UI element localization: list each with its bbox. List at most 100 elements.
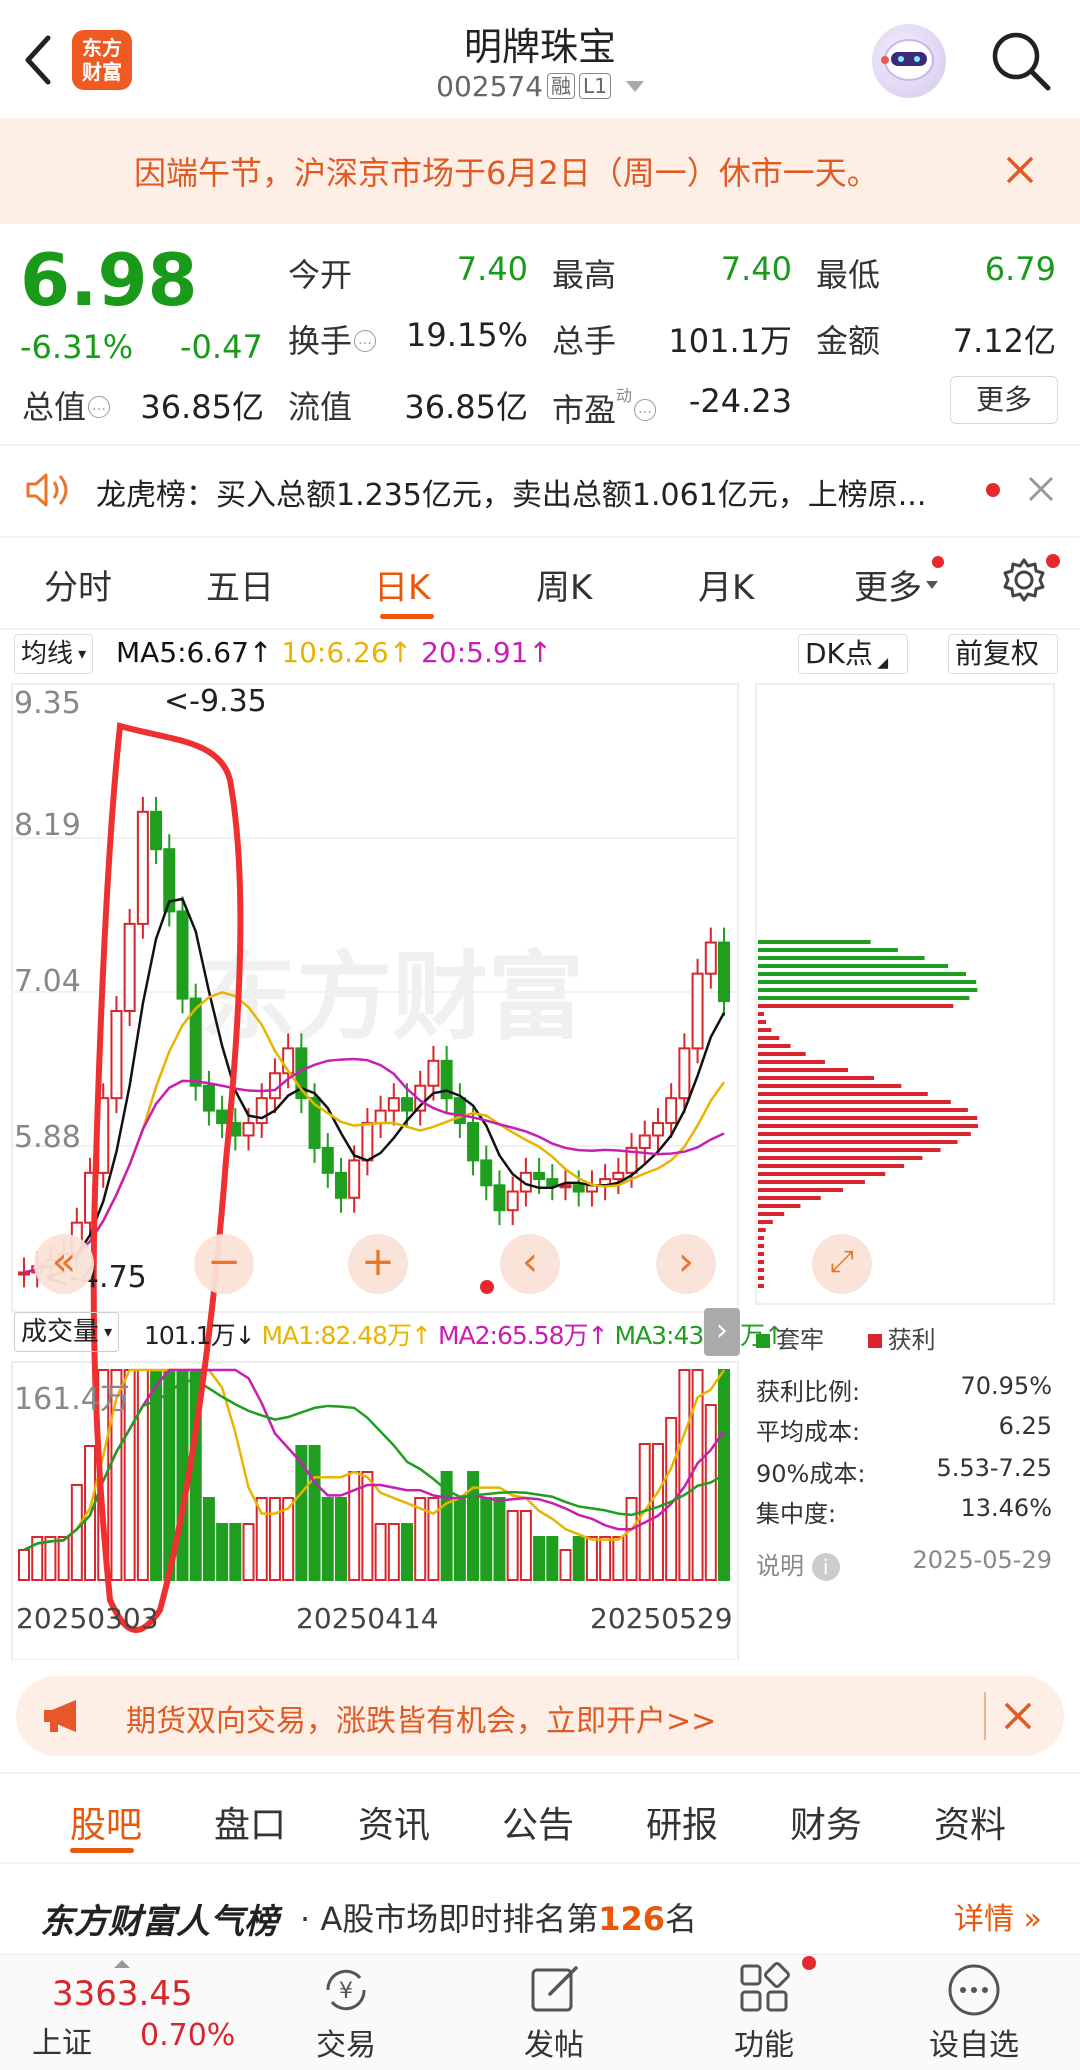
popularity-rank-text: · A股市场即时排名第126名: [300, 1900, 698, 1938]
chevron-down-icon[interactable]: [625, 81, 644, 92]
more-quote-button[interactable]: 更多: [950, 376, 1058, 424]
chip-stat-value: 5.53-7.25: [936, 1454, 1052, 1482]
dragon-tiger-text[interactable]: 龙虎榜：买入总额1.235亿元，卖出总额1.061亿元，上榜原...: [96, 470, 976, 514]
grid-apps-icon[interactable]: [738, 1962, 792, 2016]
high-label: 最高: [552, 256, 617, 294]
expand-icon[interactable]: ⤢: [812, 1234, 872, 1294]
candle-body: [202, 1084, 215, 1112]
popularity-rank-title: 东方财富人气榜: [40, 1902, 278, 1942]
gear-icon[interactable]: [1000, 556, 1048, 604]
back-arrow-icon[interactable]: [14, 30, 64, 90]
stock-code: 002574: [436, 70, 544, 103]
volume-bar: [57, 1536, 70, 1581]
assistant-robot-icon[interactable]: [872, 24, 946, 98]
profit-swatch: [867, 1334, 882, 1348]
ma-selector[interactable]: 均线 ▾: [14, 634, 94, 674]
tab-five-day[interactable]: 五日: [206, 560, 274, 609]
volume-selector[interactable]: 成交量 ▾: [14, 1312, 120, 1352]
volume-value: 101.1万↓: [144, 1321, 256, 1350]
date-axis-label: 20250529: [590, 1602, 733, 1635]
app-logo-text: 东方财富: [82, 36, 122, 84]
volume-bar: [453, 1497, 466, 1581]
tab-forum[interactable]: 股吧: [70, 1796, 142, 1848]
rank-detail-link[interactable]: 详情 »: [954, 1894, 1042, 1938]
candle-body: [136, 810, 149, 925]
candle-body: [691, 972, 704, 1050]
scroll-left-button[interactable]: ‹: [500, 1234, 560, 1294]
chip-bar: [758, 956, 925, 960]
info-icon[interactable]: …: [88, 396, 111, 418]
chevron-right-icon[interactable]: ›: [704, 1308, 740, 1356]
tab-financials[interactable]: 财务: [790, 1796, 862, 1848]
chip-note[interactable]: 说明 i: [756, 1546, 840, 1581]
ma10-value: 10:6.26↑: [281, 636, 413, 669]
candle-body: [546, 1178, 559, 1187]
search-icon[interactable]: [988, 28, 1054, 94]
nav-post-label[interactable]: 发帖: [494, 2020, 614, 2064]
nav-function-label[interactable]: 功能: [704, 2020, 824, 2064]
candle-body: [467, 1122, 480, 1162]
compose-icon[interactable]: [528, 1962, 582, 2016]
price-axis-label: 8.19: [14, 808, 81, 843]
open-value: 7.40: [456, 250, 528, 288]
chip-bar: [758, 980, 977, 984]
tab-news[interactable]: 资讯: [358, 1796, 430, 1848]
zoom-out-button[interactable]: −: [194, 1234, 254, 1294]
volume-bar: [691, 1369, 704, 1581]
index-name: 上证: [32, 2026, 92, 2061]
change-amount: -0.47: [180, 328, 263, 366]
volume-bar: [506, 1510, 519, 1581]
tab-more[interactable]: 更多: [854, 560, 938, 609]
more-dots-icon[interactable]: [946, 1962, 1002, 2018]
chip-stat-label: 获利比例:: [756, 1378, 861, 1406]
active-tab-indicator: [380, 614, 434, 619]
chip-bar: [758, 1132, 971, 1136]
nav-trade-label[interactable]: 交易: [286, 2020, 406, 2064]
volume-bar: [18, 1549, 30, 1581]
nav-watchlist-label[interactable]: 设自选: [914, 2020, 1034, 2064]
adjust-button[interactable]: 前复权: [948, 634, 1058, 674]
tab-research[interactable]: 研报: [646, 1796, 718, 1848]
info-icon[interactable]: …: [354, 330, 377, 352]
chip-bar: [758, 1124, 979, 1128]
chip-bar: [758, 1260, 764, 1264]
candle-body: [348, 1159, 361, 1199]
chip-bar: [758, 1068, 848, 1072]
scroll-left-fast-button[interactable]: «: [34, 1234, 94, 1294]
tab-monthly-k[interactable]: 月K: [698, 560, 754, 609]
amount-label: 金额: [816, 322, 881, 360]
volume-bar: [361, 1471, 374, 1581]
tab-daily-k[interactable]: 日K: [374, 560, 430, 609]
candle-body: [704, 941, 717, 975]
margin-tag: 融: [547, 73, 576, 99]
chip-legend: 套牢 获利: [756, 1320, 936, 1355]
futures-ad-banner[interactable]: 期货双向交易，涨跌皆有机会，立即开户>>: [16, 1676, 1064, 1756]
tab-profile[interactable]: 资料: [934, 1796, 1006, 1848]
tab-announcements[interactable]: 公告: [502, 1796, 574, 1848]
scroll-right-button[interactable]: ›: [656, 1234, 716, 1294]
chip-bar: [758, 1252, 764, 1256]
close-icon[interactable]: [1004, 154, 1036, 186]
chevron-up-icon[interactable]: [114, 1960, 130, 1968]
tab-orderbook[interactable]: 盘口: [214, 1796, 286, 1848]
close-icon[interactable]: [1026, 474, 1056, 504]
volume-bar: [533, 1536, 546, 1581]
vol-ma1-value: MA1:82.48万↑: [261, 1321, 432, 1350]
volume-bar: [216, 1523, 229, 1581]
index-value[interactable]: 3363.45: [52, 1974, 193, 2014]
candle-body: [559, 1184, 572, 1189]
info-icon[interactable]: i: [811, 1553, 840, 1581]
chip-bar: [758, 1116, 978, 1120]
chip-bar: [758, 972, 967, 976]
candle-body: [110, 1010, 123, 1100]
zoom-in-button[interactable]: +: [348, 1234, 408, 1294]
tab-intraday[interactable]: 分时: [44, 560, 112, 609]
event-marker-dot[interactable]: [480, 1280, 494, 1294]
low-label: 最低: [816, 256, 881, 294]
tab-weekly-k[interactable]: 周K: [536, 560, 592, 609]
close-icon[interactable]: [1002, 1700, 1034, 1732]
stock-code-row[interactable]: 002574 融 L1: [330, 70, 750, 103]
volume-bar: [387, 1523, 400, 1581]
trade-yen-icon[interactable]: ¥: [318, 1962, 374, 2018]
dk-point-button[interactable]: DK点 ◢: [798, 634, 908, 674]
